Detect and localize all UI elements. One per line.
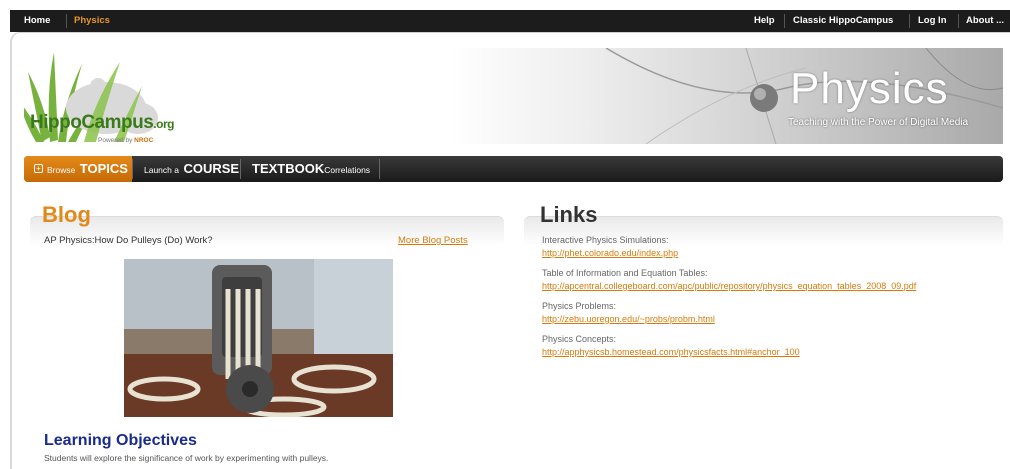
link-label: Physics Concepts: xyxy=(542,334,617,344)
browse-topics-large: TOPICS xyxy=(79,161,128,176)
textbook-large: TEXTBOOK xyxy=(252,161,325,176)
learning-objectives-heading: Learning Objectives xyxy=(44,432,197,449)
nav-classic-link[interactable]: Classic HippoCampus xyxy=(793,10,893,32)
links-heading: Links xyxy=(540,202,598,227)
nav-home-link[interactable]: Home xyxy=(24,10,50,32)
link-label: Physics Problems: xyxy=(542,301,617,311)
browse-topics-tab[interactable]: + Browse TOPICS xyxy=(34,156,128,182)
pulley-photo xyxy=(124,259,393,417)
learning-objectives-text: Students will explore the significance o… xyxy=(44,453,329,463)
nav-divider xyxy=(379,159,380,179)
nav-login-link[interactable]: Log In xyxy=(918,10,947,32)
pulley-photo-icon xyxy=(124,259,393,417)
nav-help-link[interactable]: Help xyxy=(754,10,775,32)
powered-brand: NROC xyxy=(134,137,154,144)
banner-title: Physics xyxy=(790,64,949,113)
launch-course-large: COURSE xyxy=(183,161,240,176)
logo-name: HippoCampus xyxy=(30,112,154,133)
browse-topics-small: Browse xyxy=(47,165,76,175)
nav-divider xyxy=(958,14,959,28)
category-nav: + Browse TOPICS Launch a COURSE TEXTBOOKC… xyxy=(24,156,1003,182)
plus-icon: + xyxy=(34,164,43,174)
nav-physics-link[interactable]: Physics xyxy=(74,10,110,32)
link-url[interactable]: http://apcentral.collegeboard.com/apc/pu… xyxy=(542,281,916,291)
blog-post-title[interactable]: AP Physics:How Do Pulleys (Do) Work? xyxy=(44,235,213,246)
link-label: Table of Information and Equation Tables… xyxy=(542,268,708,278)
link-url[interactable]: http://apphysicsb.homestead.com/physicsf… xyxy=(542,347,800,357)
textbook-correlations-tab[interactable]: TEXTBOOKCorrelations xyxy=(252,156,370,182)
logo-powered-by: Powered by NROC xyxy=(98,137,153,144)
nav-divider xyxy=(132,159,133,179)
link-label: Interactive Physics Simulations: xyxy=(542,235,669,245)
nav-divider xyxy=(240,159,241,179)
textbook-small: Correlations xyxy=(324,165,371,175)
powered-prefix: Powered by xyxy=(98,137,133,144)
nav-about-link[interactable]: About ... xyxy=(966,10,1004,32)
logo-suffix: .org xyxy=(153,117,174,131)
nav-divider xyxy=(66,14,67,28)
logo-wordmark: HippoCampus.org xyxy=(30,112,174,134)
nav-divider xyxy=(909,14,910,28)
link-url[interactable]: http://zebu.uoregon.edu/~probs/probm.htm… xyxy=(542,314,715,324)
blog-heading: Blog xyxy=(42,202,91,227)
banner-subtitle: Teaching with the Power of Digital Media xyxy=(788,117,969,128)
top-nav-bar: Home Physics Help Classic HippoCampus Lo… xyxy=(10,10,1010,32)
more-blog-posts-link[interactable]: More Blog Posts xyxy=(398,235,468,246)
launch-course-tab[interactable]: Launch a COURSE xyxy=(144,156,239,182)
nav-divider xyxy=(784,14,785,28)
link-url[interactable]: http://phet.colorado.edu/index.php xyxy=(542,248,678,258)
launch-course-small: Launch a xyxy=(144,165,179,175)
